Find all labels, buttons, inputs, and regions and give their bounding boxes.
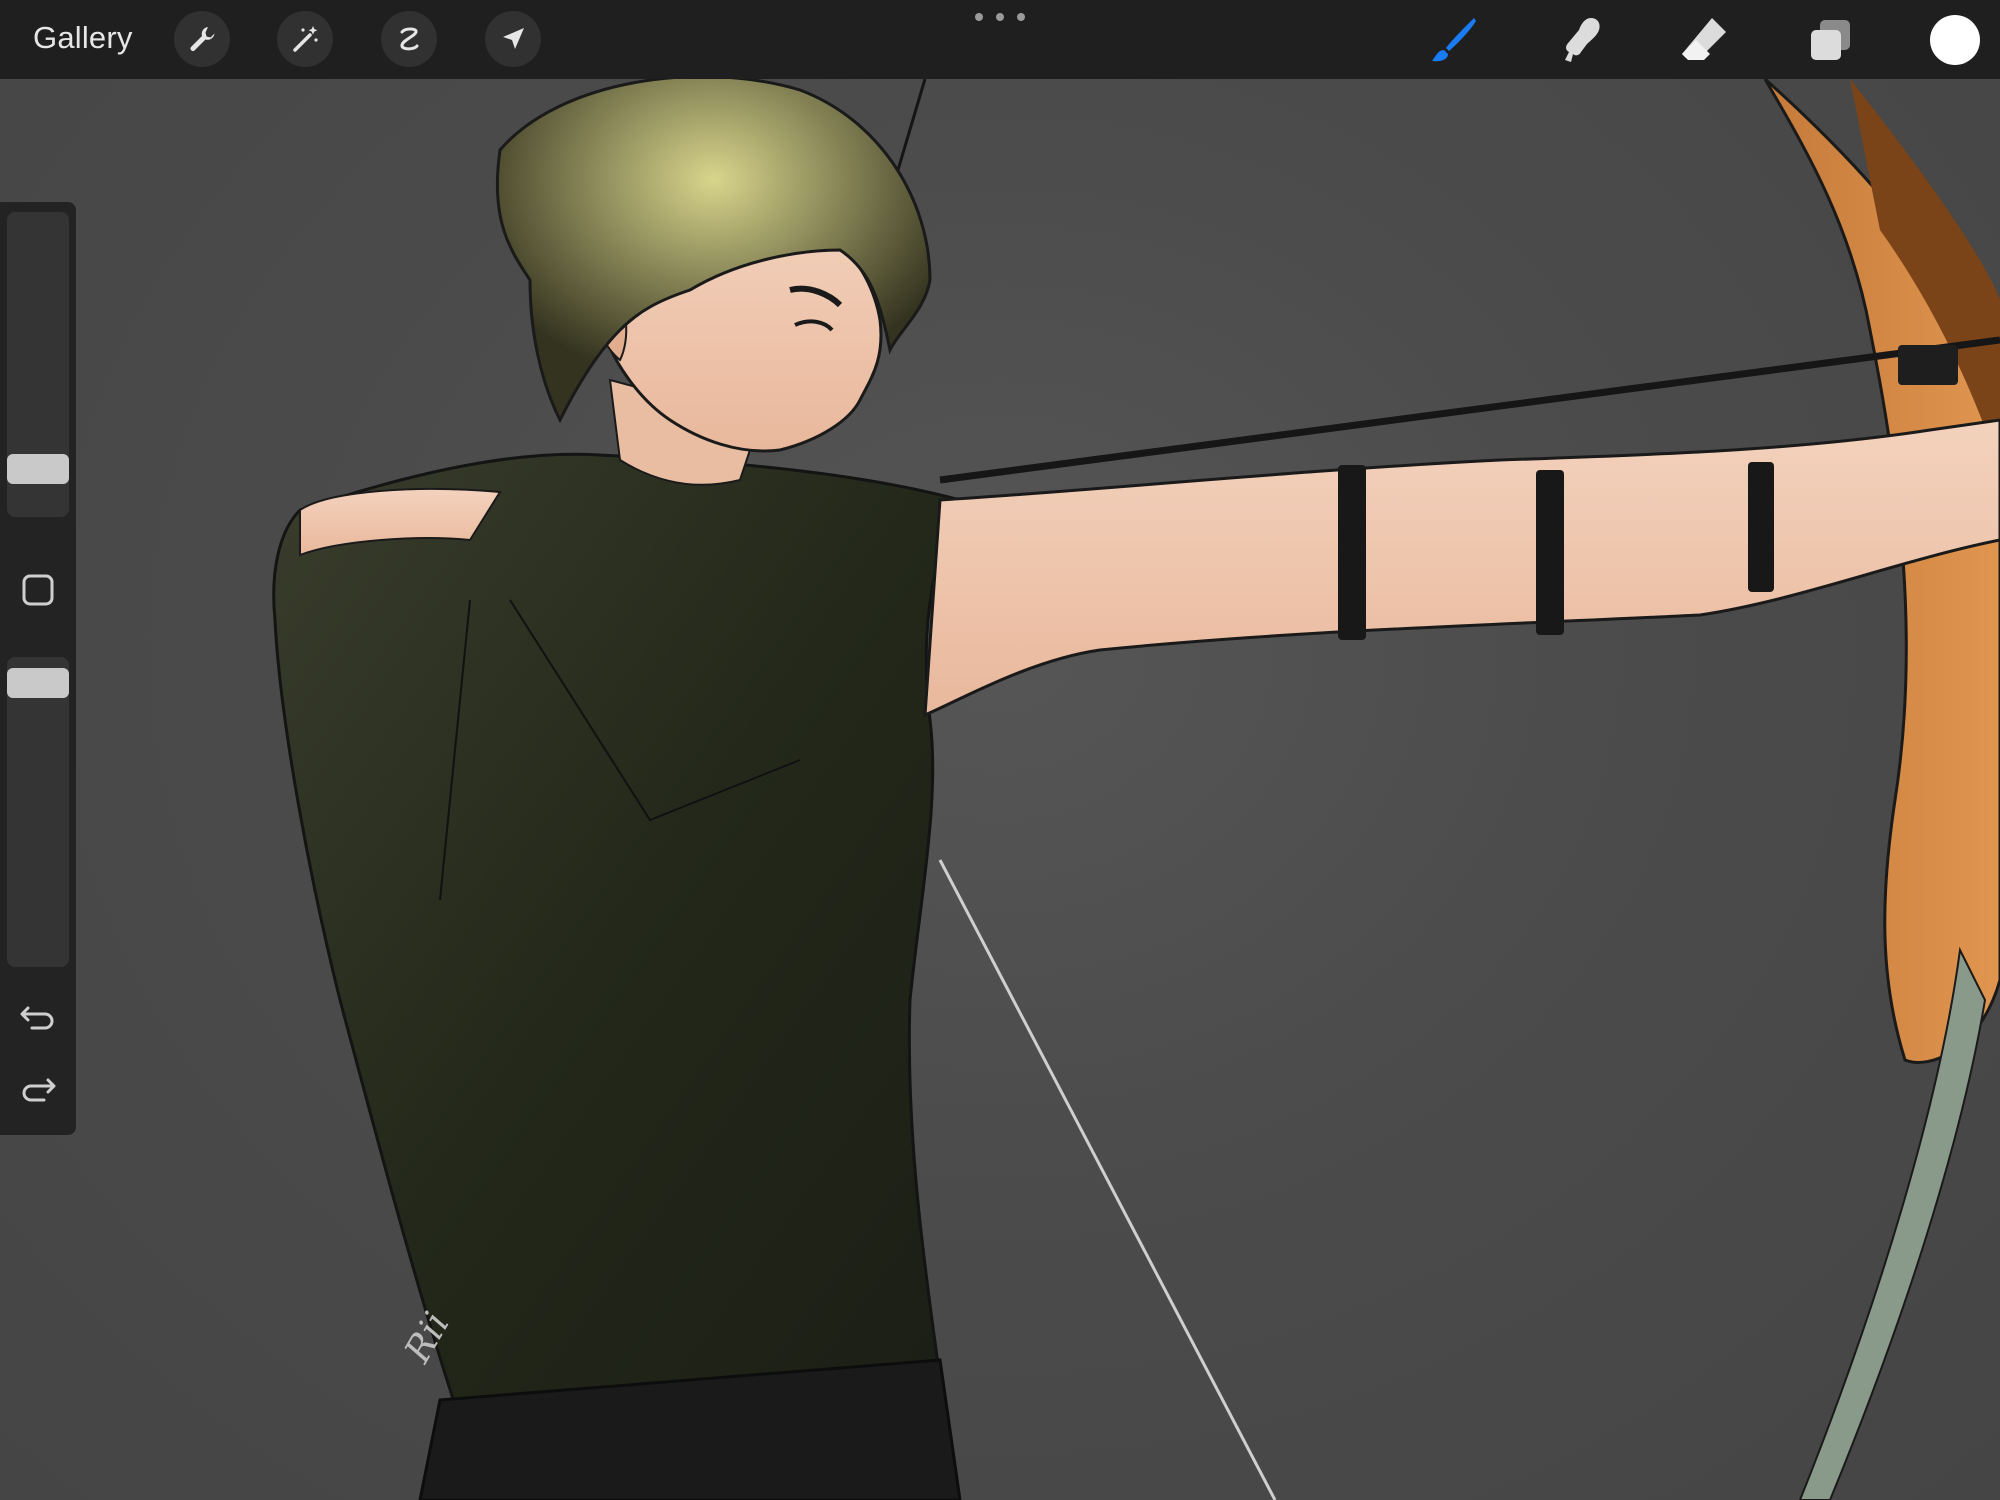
transform-button[interactable] [485, 11, 541, 67]
eraser-tool[interactable] [1674, 10, 1734, 70]
drawing-canvas[interactable]: Rii [0, 79, 2000, 1500]
left-sidebar [0, 202, 76, 1135]
more-dots-icon[interactable] [975, 8, 1025, 26]
transform-arrow-icon [503, 28, 524, 49]
redo-icon[interactable] [18, 1070, 58, 1110]
color-picker[interactable] [1930, 15, 1980, 65]
wrench-icon [190, 27, 215, 51]
eraser-icon [1682, 18, 1726, 60]
smudge-tool[interactable] [1549, 10, 1609, 70]
archer-artwork: Rii [272, 79, 2000, 1500]
brush-icon [1432, 18, 1476, 62]
layers-icon [1811, 20, 1850, 60]
layers-button[interactable] [1800, 10, 1860, 70]
arm-band [1338, 465, 1366, 640]
undo-icon[interactable] [18, 994, 58, 1034]
modifier-square-icon[interactable] [21, 573, 55, 607]
opacity-slider[interactable] [7, 657, 69, 967]
arm-band [1748, 462, 1774, 592]
actions-button[interactable] [174, 11, 230, 67]
magic-wand-icon [293, 26, 318, 52]
arm-band [1536, 470, 1564, 635]
adjustments-button[interactable] [277, 11, 333, 67]
brush-tool[interactable] [1424, 10, 1484, 70]
gallery-button[interactable]: Gallery [33, 20, 133, 56]
opacity-thumb[interactable] [7, 668, 69, 699]
selection-button[interactable] [381, 11, 437, 67]
top-toolbar: Gallery [0, 0, 2000, 79]
brush-size-thumb[interactable] [7, 454, 69, 484]
selection-icon [400, 27, 419, 51]
shirt [272, 452, 963, 1422]
smudge-icon [1565, 18, 1600, 62]
arm [923, 418, 2000, 718]
bow-string [938, 859, 1277, 1500]
